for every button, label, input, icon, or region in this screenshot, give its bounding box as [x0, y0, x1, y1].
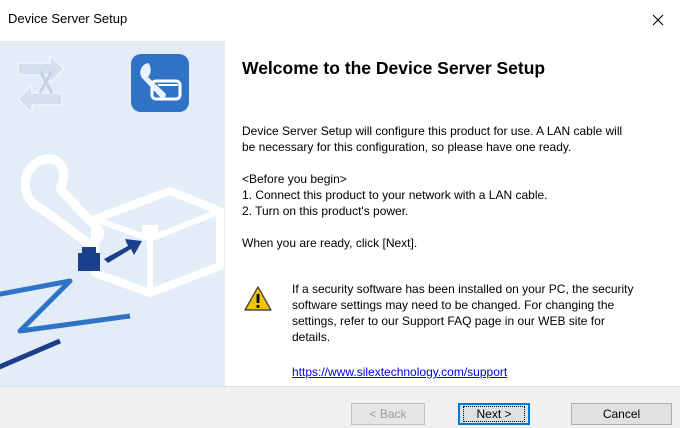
setup-window: Device Server Setup Welcome to the Devic… — [0, 0, 680, 428]
warning-icon — [244, 286, 272, 311]
step-2: 2. Turn on this product's power. — [242, 204, 409, 218]
security-warning: If a security software has been installe… — [292, 281, 634, 345]
intro-line-1: Device Server Setup will configure this … — [242, 124, 623, 138]
page-title: Welcome to the Device Server Setup — [242, 58, 546, 78]
warning-line-1: If a security software has been installe… — [292, 282, 634, 296]
button-bar: < Back Next > Cancel — [0, 386, 680, 428]
network-arrows-icon — [16, 53, 66, 115]
step-1: 1. Connect this product to your network … — [242, 188, 548, 202]
close-icon — [652, 14, 664, 26]
warning-line-4: details. — [292, 330, 331, 344]
welcome-content: Welcome to the Device Server Setup Devic… — [225, 41, 680, 386]
warning-line-2: software settings may need to be changed… — [292, 298, 615, 312]
setup-illustration — [0, 53, 224, 370]
close-button[interactable] — [636, 0, 680, 40]
title-bar: Device Server Setup — [0, 0, 680, 41]
support-link[interactable]: https://www.silextechnology.com/support — [292, 365, 507, 379]
window-title: Device Server Setup — [8, 11, 128, 26]
intro-line-2: be necessary for this configuration, so … — [242, 140, 572, 154]
ready-text: When you are ready, click [Next]. — [242, 236, 418, 250]
next-button-label: Next > — [463, 406, 525, 422]
warning-line-3: settings, refer to our Support FAQ page … — [292, 314, 605, 328]
before-title: <Before you begin> — [242, 172, 347, 186]
side-illustration-panel — [0, 41, 225, 386]
next-button[interactable]: Next > — [458, 403, 530, 425]
back-button[interactable]: < Back — [351, 403, 425, 425]
wrench-device-icon — [131, 54, 189, 112]
cancel-button[interactable]: Cancel — [571, 403, 672, 425]
